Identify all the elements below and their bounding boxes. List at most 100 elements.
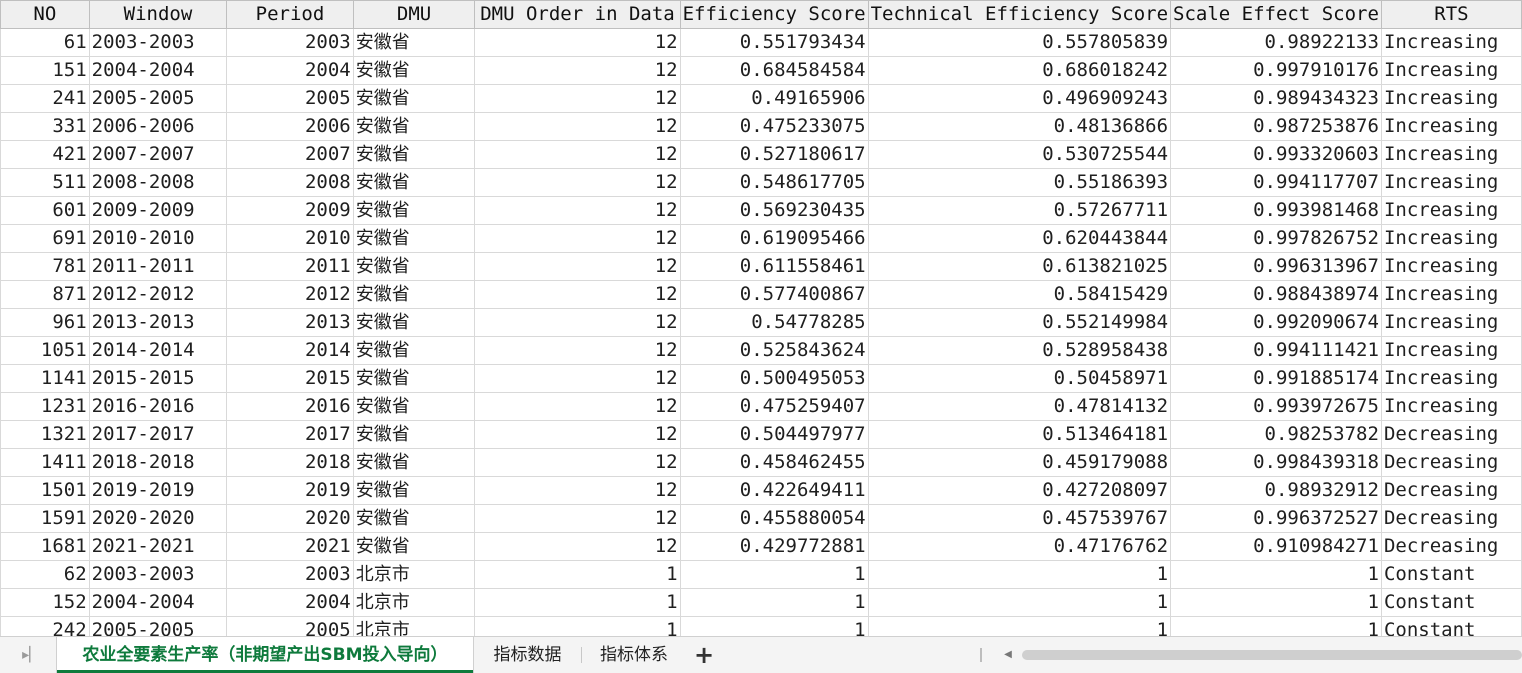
col-dmu-cell[interactable]: 安徽省	[352, 196, 476, 225]
col-no-cell[interactable]: 511	[0, 168, 90, 197]
col-rts-cell[interactable]: Constant	[1380, 560, 1522, 589]
col-dmu-cell[interactable]: 安徽省	[352, 532, 476, 561]
col-window-cell[interactable]: 2019-2019	[88, 476, 228, 505]
col-no-cell[interactable]: 871	[0, 280, 90, 309]
col-rts-cell[interactable]: Increasing	[1380, 336, 1522, 365]
col-technical-efficiency-score-cell[interactable]: 0.47176762	[867, 532, 1172, 561]
col-dmu-cell[interactable]: 安徽省	[352, 336, 476, 365]
col-efficiency-score-cell[interactable]: 0.422649411	[679, 476, 869, 505]
col-period-cell[interactable]: 2004	[226, 588, 354, 617]
col-no-cell[interactable]: 62	[0, 560, 90, 589]
col-technical-efficiency-score-cell[interactable]: 0.552149984	[867, 308, 1172, 337]
col-window-cell[interactable]: 2004-2004	[88, 588, 228, 617]
col-rts-cell[interactable]: Decreasing	[1380, 420, 1522, 449]
col-rts-header[interactable]: RTS	[1380, 0, 1522, 29]
col-dmu-order-cell[interactable]: 12	[474, 532, 681, 561]
col-period-cell[interactable]: 2018	[226, 448, 354, 477]
plus-icon[interactable]: +	[690, 637, 718, 673]
spreadsheet-grid[interactable]: NO Window Period DMU DMU Order in Data Effici…	[0, 0, 1522, 636]
scroll-left-icon[interactable]: ◀	[1000, 647, 1016, 663]
col-rts-cell[interactable]: Decreasing	[1380, 476, 1522, 505]
sheet-tab-0[interactable]: 农业全要素生产率（非期望产出SBM投入导向）	[56, 637, 474, 673]
col-window-cell[interactable]: 2011-2011	[88, 252, 228, 281]
col-no-cell[interactable]: 1411	[0, 448, 90, 477]
col-period-cell[interactable]: 2007	[226, 140, 354, 169]
col-period-cell[interactable]: 2006	[226, 112, 354, 141]
col-technical-efficiency-score-cell[interactable]: 0.557805839	[867, 28, 1172, 57]
col-no-cell[interactable]: 331	[0, 112, 90, 141]
col-technical-efficiency-score-cell[interactable]: 0.58415429	[867, 280, 1172, 309]
col-rts-cell[interactable]: Increasing	[1380, 168, 1522, 197]
col-dmu-cell[interactable]: 安徽省	[352, 364, 476, 393]
col-period-header[interactable]: Period	[226, 0, 354, 29]
col-period-cell[interactable]: 2003	[226, 560, 354, 589]
col-scale-effect-score-cell[interactable]: 1	[1170, 588, 1382, 617]
col-rts-cell[interactable]: Increasing	[1380, 308, 1522, 337]
col-technical-efficiency-score-cell[interactable]: 0.427208097	[867, 476, 1172, 505]
col-efficiency-score-cell[interactable]: 0.525843624	[679, 336, 869, 365]
col-dmu-order-cell[interactable]: 12	[474, 224, 681, 253]
col-scale-effect-score-cell[interactable]: 0.996372527	[1170, 504, 1382, 533]
col-dmu-order-cell[interactable]: 12	[474, 252, 681, 281]
col-efficiency-score-cell[interactable]: 0.577400867	[679, 280, 869, 309]
col-period-cell[interactable]: 2003	[226, 28, 354, 57]
col-scale-effect-score-cell[interactable]: 0.991885174	[1170, 364, 1382, 393]
col-scale-effect-score-cell[interactable]: 0.994111421	[1170, 336, 1382, 365]
horizontal-scrollbar[interactable]: ◀	[980, 647, 1522, 663]
col-period-cell[interactable]: 2013	[226, 308, 354, 337]
col-dmu-cell[interactable]: 北京市	[352, 616, 476, 636]
sheet-tab-2[interactable]: 指标体系	[581, 637, 687, 673]
col-scale-effect-score-cell[interactable]: 0.993320603	[1170, 140, 1382, 169]
col-dmu-cell[interactable]: 安徽省	[352, 448, 476, 477]
col-dmu-order-cell[interactable]: 12	[474, 392, 681, 421]
col-period-cell[interactable]: 2005	[226, 616, 354, 636]
col-dmu-cell[interactable]: 北京市	[352, 560, 476, 589]
col-scale-effect-score-cell[interactable]: 0.98253782	[1170, 420, 1382, 449]
col-rts-cell[interactable]: Increasing	[1380, 364, 1522, 393]
col-technical-efficiency-score-cell[interactable]: 0.513464181	[867, 420, 1172, 449]
col-window-header[interactable]: Window	[88, 0, 228, 29]
col-no-cell[interactable]: 1321	[0, 420, 90, 449]
col-technical-efficiency-score-cell[interactable]: 0.686018242	[867, 56, 1172, 85]
col-window-cell[interactable]: 2014-2014	[88, 336, 228, 365]
col-no-cell[interactable]: 421	[0, 140, 90, 169]
col-rts-cell[interactable]: Decreasing	[1380, 448, 1522, 477]
col-window-cell[interactable]: 2006-2006	[88, 112, 228, 141]
col-no-cell[interactable]: 151	[0, 56, 90, 85]
col-technical-efficiency-score-cell[interactable]: 0.620443844	[867, 224, 1172, 253]
col-no-cell[interactable]: 1591	[0, 504, 90, 533]
col-rts-cell[interactable]: Increasing	[1380, 196, 1522, 225]
col-dmu-cell[interactable]: 安徽省	[352, 168, 476, 197]
col-window-cell[interactable]: 2008-2008	[88, 168, 228, 197]
col-dmu-order-cell[interactable]: 12	[474, 112, 681, 141]
col-scale-effect-score-cell[interactable]: 1	[1170, 560, 1382, 589]
col-dmu-order-cell[interactable]: 12	[474, 448, 681, 477]
col-scale-effect-score-cell[interactable]: 0.993972675	[1170, 392, 1382, 421]
col-no-cell[interactable]: 781	[0, 252, 90, 281]
col-rts-cell[interactable]: Increasing	[1380, 84, 1522, 113]
col-scale-effect-score-cell[interactable]: 0.988438974	[1170, 280, 1382, 309]
col-rts-cell[interactable]: Increasing	[1380, 140, 1522, 169]
col-scale-effect-score-cell[interactable]: 0.994117707	[1170, 168, 1382, 197]
col-dmu-cell[interactable]: 北京市	[352, 588, 476, 617]
col-window-cell[interactable]: 2009-2009	[88, 196, 228, 225]
col-technical-efficiency-score-cell[interactable]: 1	[867, 616, 1172, 636]
col-period-cell[interactable]: 2009	[226, 196, 354, 225]
col-dmu-order-cell[interactable]: 12	[474, 476, 681, 505]
col-dmu-cell[interactable]: 安徽省	[352, 308, 476, 337]
col-dmu-cell[interactable]: 安徽省	[352, 420, 476, 449]
col-no-cell[interactable]: 601	[0, 196, 90, 225]
col-rts-cell[interactable]: Increasing	[1380, 56, 1522, 85]
col-technical-efficiency-score-header[interactable]: Technical Efficiency Score	[867, 0, 1172, 29]
col-efficiency-score-cell[interactable]: 0.500495053	[679, 364, 869, 393]
col-window-cell[interactable]: 2021-2021	[88, 532, 228, 561]
col-period-cell[interactable]: 2020	[226, 504, 354, 533]
col-scale-effect-score-cell[interactable]: 0.910984271	[1170, 532, 1382, 561]
col-rts-cell[interactable]: Increasing	[1380, 280, 1522, 309]
col-period-cell[interactable]: 2004	[226, 56, 354, 85]
col-technical-efficiency-score-cell[interactable]: 1	[867, 560, 1172, 589]
col-dmu-cell[interactable]: 安徽省	[352, 28, 476, 57]
col-technical-efficiency-score-cell[interactable]: 0.457539767	[867, 504, 1172, 533]
col-efficiency-score-cell[interactable]: 0.504497977	[679, 420, 869, 449]
col-period-cell[interactable]: 2021	[226, 532, 354, 561]
